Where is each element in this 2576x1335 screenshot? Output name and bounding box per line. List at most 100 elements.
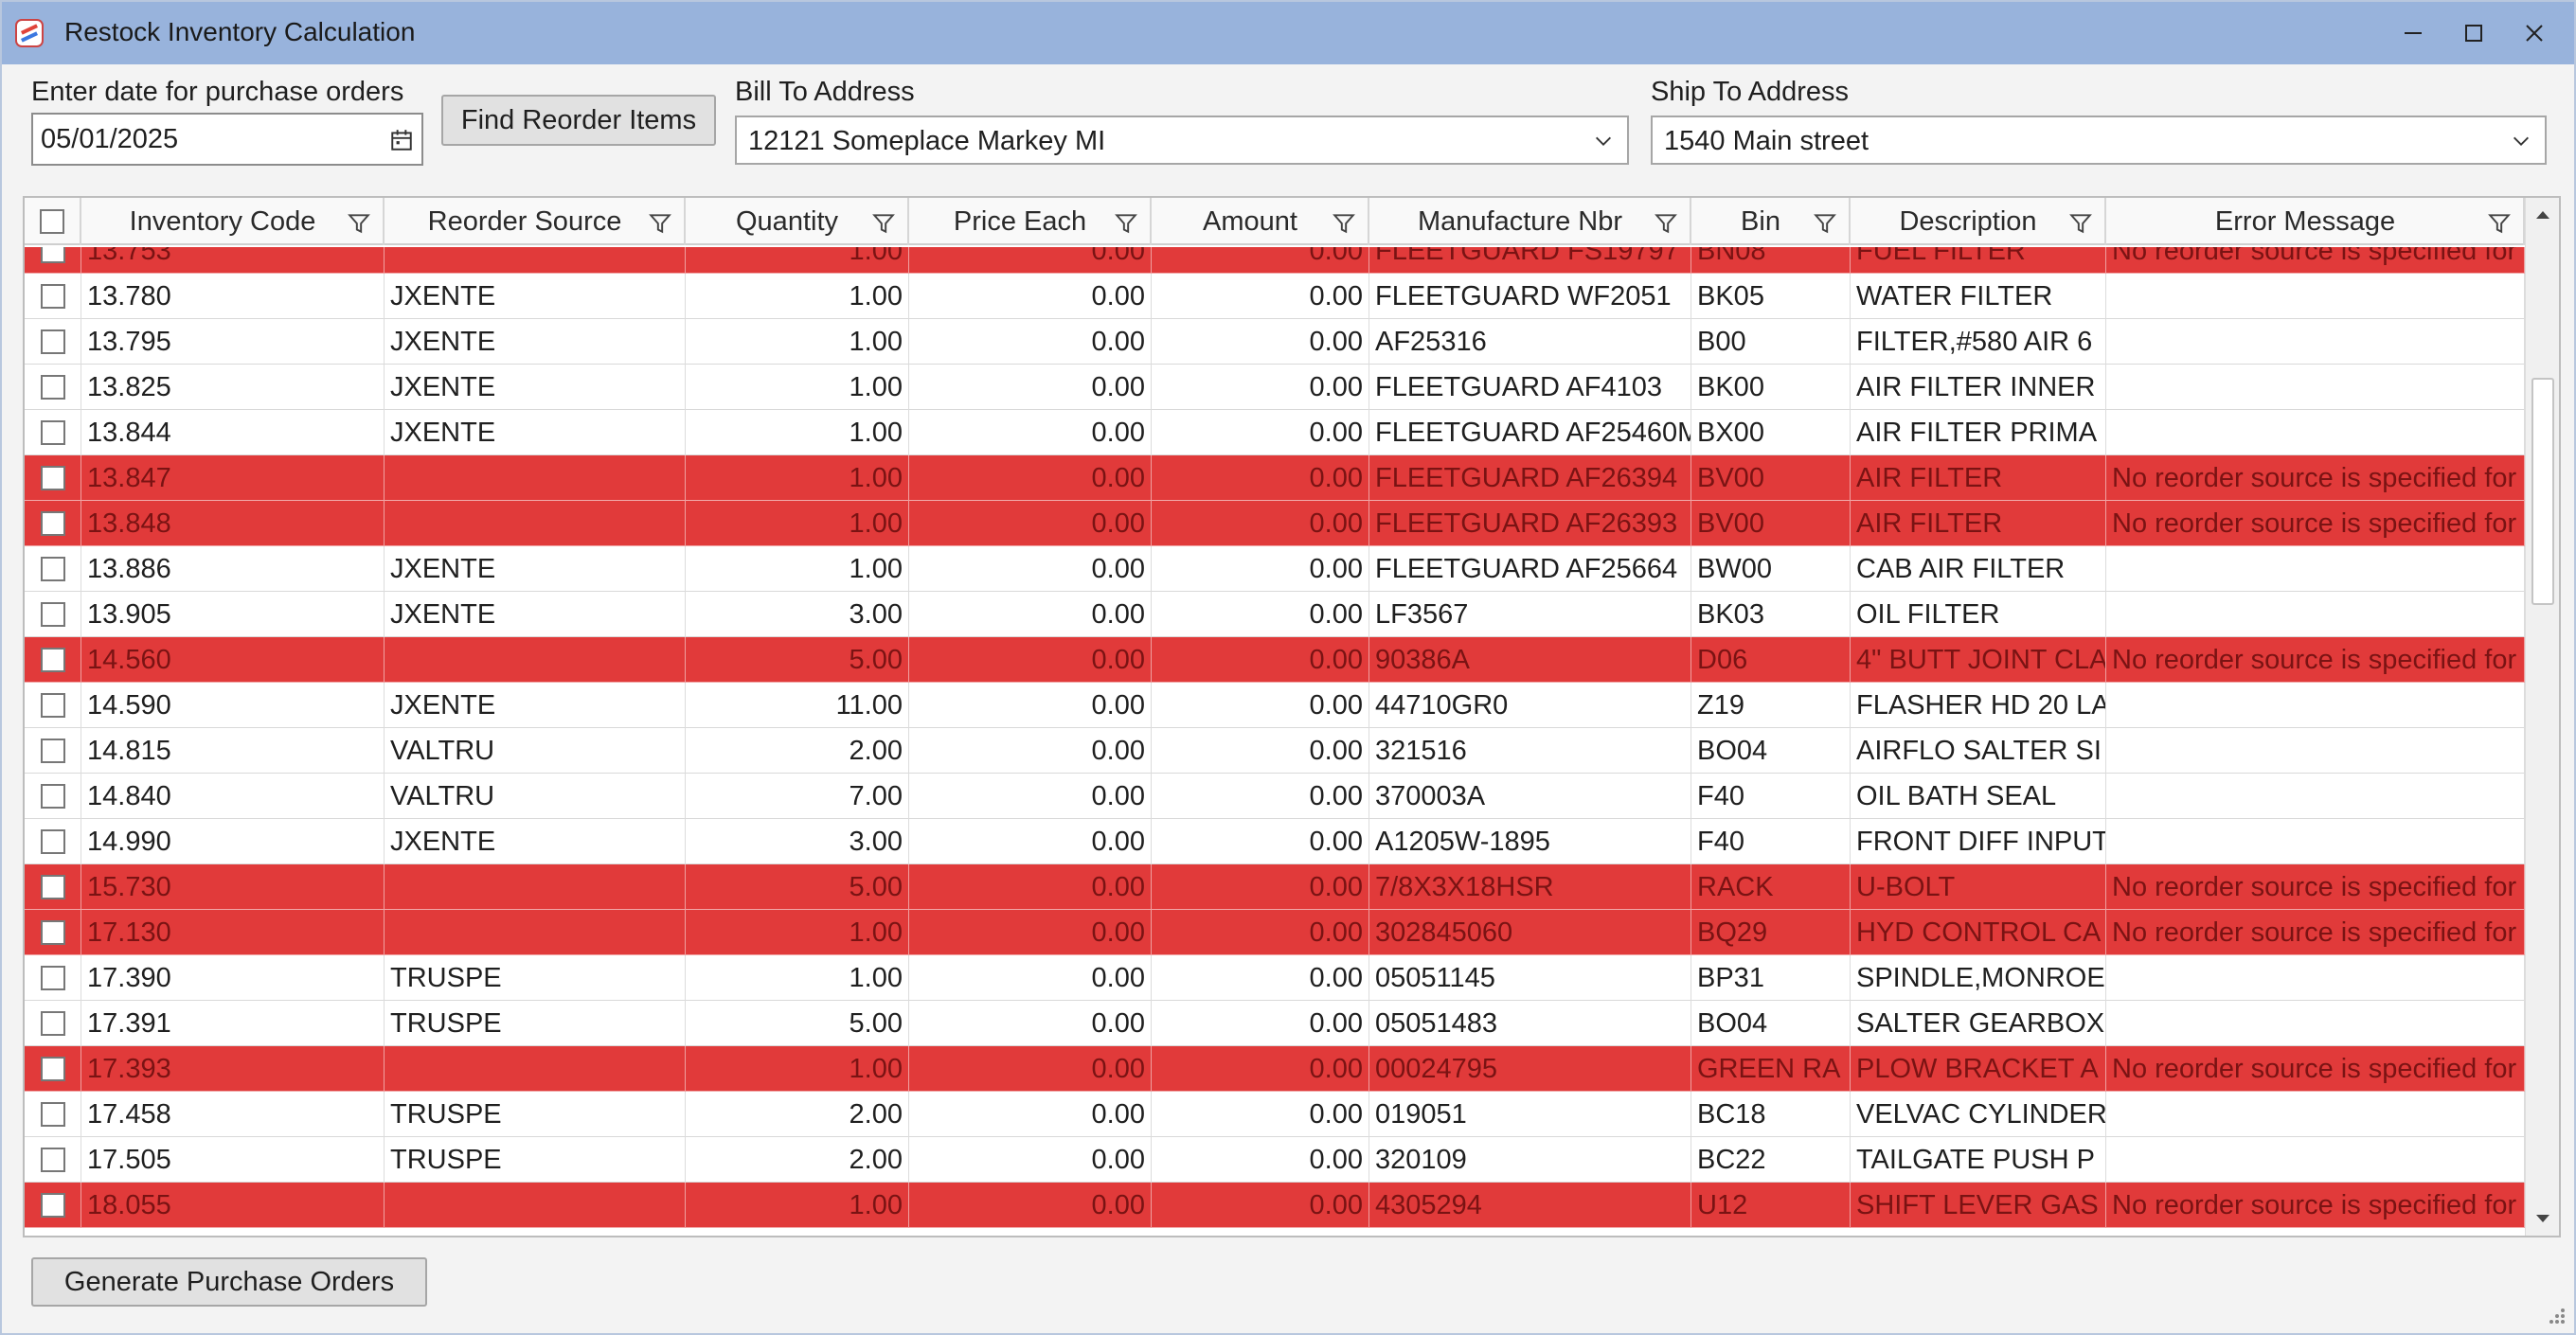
row-select-cell[interactable] — [25, 274, 81, 319]
row-select-cell[interactable] — [25, 1001, 81, 1046]
cell-amount[interactable]: 0.00 — [1152, 1183, 1369, 1228]
cell-bin[interactable]: BV00 — [1691, 455, 1851, 501]
cell-mfr[interactable]: FLEETGUARD AF26393 — [1369, 501, 1691, 546]
cell-mfr[interactable]: 05051483 — [1369, 1001, 1691, 1046]
cell-amount[interactable]: 0.00 — [1152, 592, 1369, 637]
cell-price[interactable]: 0.00 — [909, 592, 1152, 637]
cell-price[interactable]: 0.00 — [909, 1183, 1152, 1228]
cell-qty[interactable]: 2.00 — [686, 1092, 909, 1137]
cell-code[interactable]: 13.848 — [81, 501, 385, 546]
cell-code[interactable]: 17.130 — [81, 910, 385, 955]
scroll-thumb[interactable] — [2531, 378, 2554, 605]
cell-price[interactable]: 0.00 — [909, 501, 1152, 546]
cell-error[interactable] — [2106, 1137, 2525, 1183]
cell-amount[interactable]: 0.00 — [1152, 955, 1369, 1001]
reorder-grid[interactable]: Inventory Code Reorder Source Quantity Pric… — [23, 196, 2561, 1237]
cell-amount[interactable]: 0.00 — [1152, 774, 1369, 819]
cell-price[interactable]: 0.00 — [909, 410, 1152, 455]
cell-qty[interactable]: 3.00 — [686, 819, 909, 864]
col-price-each-header[interactable]: Price Each — [909, 198, 1152, 245]
row-checkbox[interactable] — [41, 602, 65, 627]
vertical-scrollbar[interactable] — [2525, 198, 2559, 1236]
cell-desc[interactable]: U-BOLT — [1851, 864, 2106, 910]
cell-code[interactable]: 14.840 — [81, 774, 385, 819]
cell-bin[interactable]: BP31 — [1691, 955, 1851, 1001]
cell-error[interactable] — [2106, 1001, 2525, 1046]
cell-price[interactable]: 0.00 — [909, 1092, 1152, 1137]
cell-bin[interactable]: B00 — [1691, 319, 1851, 365]
cell-price[interactable]: 0.00 — [909, 247, 1152, 274]
cell-desc[interactable]: SHIFT LEVER GAS — [1851, 1183, 2106, 1228]
cell-code[interactable]: 13.886 — [81, 546, 385, 592]
resize-grip-icon[interactable] — [2544, 1303, 2567, 1326]
cell-price[interactable]: 0.00 — [909, 910, 1152, 955]
cell-desc[interactable]: AIR FILTER — [1851, 455, 2106, 501]
cell-error[interactable] — [2106, 319, 2525, 365]
cell-bin[interactable]: BX00 — [1691, 410, 1851, 455]
cell-bin[interactable]: BK00 — [1691, 365, 1851, 410]
scroll-up-icon[interactable] — [2533, 205, 2552, 224]
cell-code[interactable]: 13.780 — [81, 274, 385, 319]
cell-price[interactable]: 0.00 — [909, 546, 1152, 592]
cell-source[interactable] — [385, 455, 686, 501]
filter-icon[interactable] — [2487, 211, 2512, 236]
cell-qty[interactable]: 1.00 — [686, 910, 909, 955]
cell-source[interactable] — [385, 637, 686, 683]
row-select-cell[interactable] — [25, 410, 81, 455]
cell-code[interactable]: 17.458 — [81, 1092, 385, 1137]
table-row[interactable]: 17.130 1.00 0.00 0.00 302845060 BQ29 HYD CONTR… — [25, 910, 2525, 955]
row-select-cell[interactable] — [25, 247, 81, 274]
row-select-cell[interactable] — [25, 455, 81, 501]
cell-desc[interactable]: AIR FILTER — [1851, 501, 2106, 546]
cell-code[interactable]: 14.560 — [81, 637, 385, 683]
row-checkbox[interactable] — [41, 829, 65, 854]
row-checkbox[interactable] — [41, 284, 65, 309]
cell-error[interactable] — [2106, 546, 2525, 592]
row-checkbox[interactable] — [41, 375, 65, 400]
cell-qty[interactable]: 3.00 — [686, 592, 909, 637]
cell-qty[interactable]: 1.00 — [686, 410, 909, 455]
table-row[interactable]: 13.886 JXENTE 1.00 0.00 0.00 FLEETGUARD AF256… — [25, 546, 2525, 592]
cell-error[interactable] — [2106, 592, 2525, 637]
cell-mfr[interactable]: 321516 — [1369, 728, 1691, 774]
cell-mfr[interactable]: 05051145 — [1369, 955, 1691, 1001]
cell-mfr[interactable]: FLEETGUARD AF25460M — [1369, 410, 1691, 455]
cell-desc[interactable]: TAILGATE PUSH P — [1851, 1137, 2106, 1183]
cell-qty[interactable]: 5.00 — [686, 864, 909, 910]
cell-price[interactable]: 0.00 — [909, 274, 1152, 319]
cell-source[interactable]: TRUSPE — [385, 955, 686, 1001]
cell-error[interactable] — [2106, 955, 2525, 1001]
maximize-button[interactable] — [2447, 9, 2500, 57]
row-select-cell[interactable] — [25, 819, 81, 864]
table-row[interactable]: 15.730 5.00 0.00 0.00 7/8X3X18HSR RACK U-BOLT N… — [25, 864, 2525, 910]
row-select-cell[interactable] — [25, 501, 81, 546]
row-select-cell[interactable] — [25, 955, 81, 1001]
row-checkbox[interactable] — [41, 920, 65, 945]
cell-qty[interactable]: 7.00 — [686, 774, 909, 819]
cell-source[interactable] — [385, 1183, 686, 1228]
cell-source[interactable]: TRUSPE — [385, 1092, 686, 1137]
cell-source[interactable]: TRUSPE — [385, 1001, 686, 1046]
cell-bin[interactable]: BO04 — [1691, 728, 1851, 774]
cell-amount[interactable]: 0.00 — [1152, 728, 1369, 774]
table-row[interactable]: 13.780 JXENTE 1.00 0.00 0.00 FLEETGUARD WF205… — [25, 274, 2525, 319]
col-manufacture-nbr-header[interactable]: Manufacture Nbr — [1369, 198, 1691, 245]
cell-desc[interactable]: OIL BATH SEAL — [1851, 774, 2106, 819]
cell-amount[interactable]: 0.00 — [1152, 683, 1369, 728]
table-row[interactable]: 17.458 TRUSPE 2.00 0.00 0.00 019051 BC18 VELVAC… — [25, 1092, 2525, 1137]
row-checkbox[interactable] — [41, 966, 65, 990]
cell-error[interactable]: No reorder source is specified for — [2106, 1046, 2525, 1092]
cell-bin[interactable]: F40 — [1691, 819, 1851, 864]
filter-icon[interactable] — [871, 211, 896, 236]
cell-mfr[interactable]: 7/8X3X18HSR — [1369, 864, 1691, 910]
row-checkbox[interactable] — [41, 511, 65, 536]
cell-code[interactable]: 17.391 — [81, 1001, 385, 1046]
cell-amount[interactable]: 0.00 — [1152, 819, 1369, 864]
cell-bin[interactable]: F40 — [1691, 774, 1851, 819]
cell-code[interactable]: 14.590 — [81, 683, 385, 728]
cell-desc[interactable]: SPINDLE,MONROE — [1851, 955, 2106, 1001]
cell-mfr[interactable]: FLEETGUARD AF4103 — [1369, 365, 1691, 410]
cell-error[interactable]: No reorder source is specified for — [2106, 1183, 2525, 1228]
cell-code[interactable]: 13.795 — [81, 319, 385, 365]
cell-mfr[interactable]: 44710GR0 — [1369, 683, 1691, 728]
